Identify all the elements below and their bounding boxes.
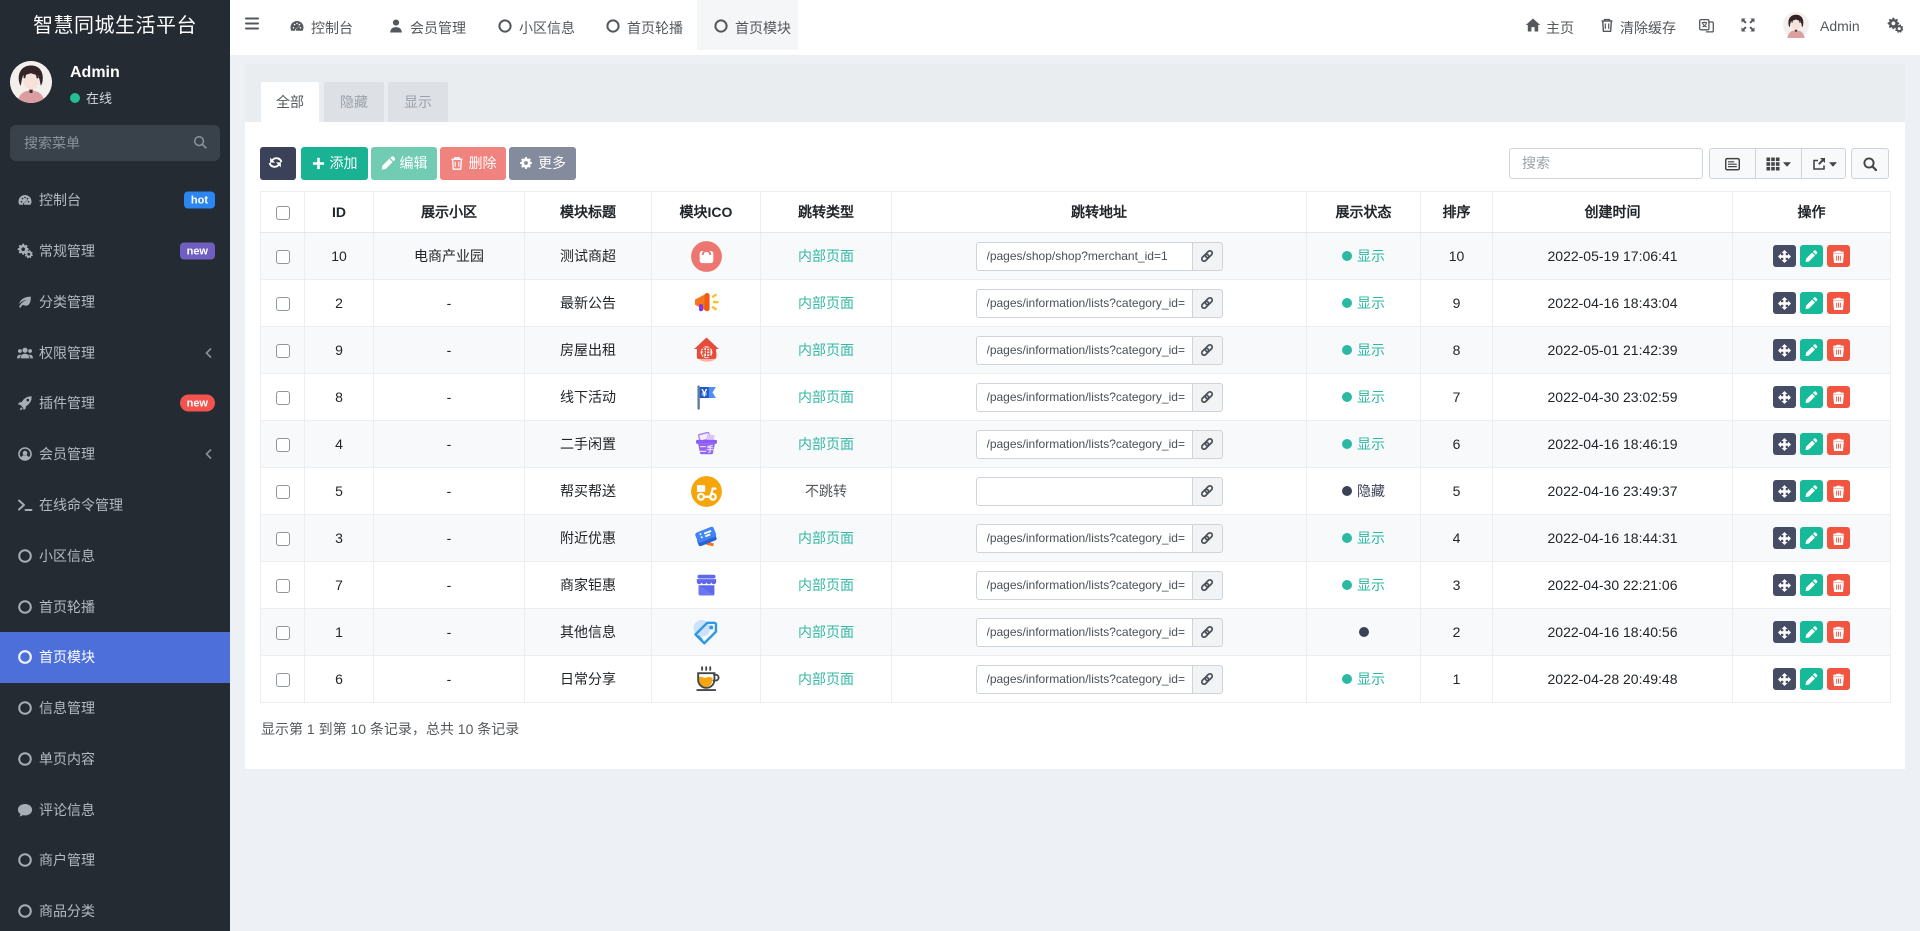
svg-text:¥: ¥ [701, 387, 708, 399]
svg-text:二手: 二手 [699, 444, 714, 453]
svg-text:租: 租 [701, 346, 712, 359]
